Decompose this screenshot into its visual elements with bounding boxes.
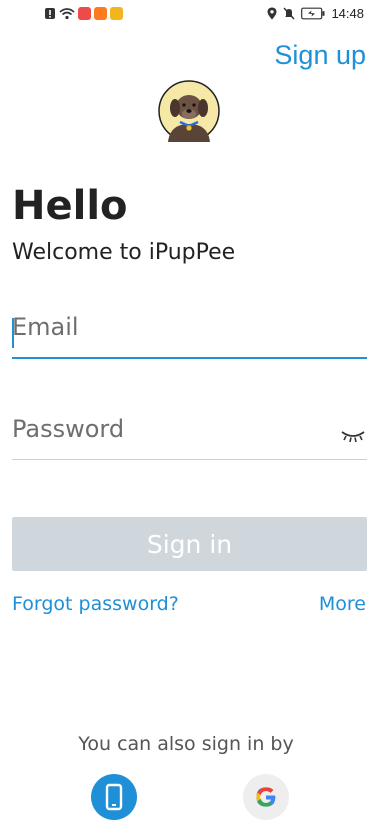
- orange-app-icon: [94, 7, 107, 20]
- location-icon: [267, 7, 277, 20]
- mute-icon: [283, 7, 295, 20]
- forgot-password-link[interactable]: Forgot password?: [12, 593, 179, 615]
- signup-link[interactable]: Sign up: [274, 40, 366, 71]
- battery-icon: [301, 7, 325, 20]
- yellow-app-icon: [110, 7, 123, 20]
- eye-closed-icon[interactable]: [340, 427, 366, 445]
- red-app-icon: [78, 7, 91, 20]
- text-cursor: [12, 318, 14, 348]
- google-signin-button[interactable]: [243, 774, 289, 820]
- wifi-icon: [59, 8, 75, 20]
- page-title: Hello: [12, 183, 128, 229]
- phone-icon: [105, 783, 123, 811]
- status-time: 14:48: [331, 6, 364, 21]
- more-link[interactable]: More: [319, 593, 366, 615]
- status-bar: 14:48: [0, 0, 372, 30]
- alt-signin-text: You can also sign in by: [78, 733, 294, 755]
- email-field-container: [12, 313, 367, 359]
- status-icons-left: [44, 7, 123, 20]
- google-icon: [256, 787, 276, 807]
- alert-icon: [45, 8, 55, 19]
- signin-button[interactable]: Sign in: [12, 517, 367, 571]
- status-icons-right: 14:48: [267, 6, 364, 21]
- phone-signin-button[interactable]: [91, 774, 137, 820]
- welcome-subtitle: Welcome to iPupPee: [12, 240, 236, 265]
- puppy-logo-icon: [158, 80, 220, 142]
- email-field[interactable]: [12, 313, 312, 341]
- password-field[interactable]: [12, 415, 312, 443]
- password-field-container: [12, 415, 367, 460]
